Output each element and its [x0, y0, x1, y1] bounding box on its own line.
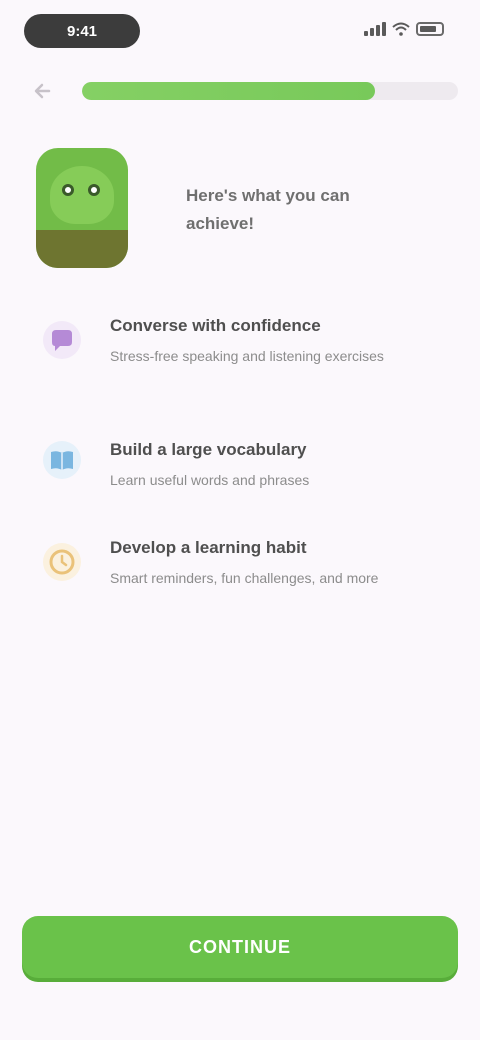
- feature-title: Build a large vocabulary: [110, 440, 307, 459]
- feature-title: Develop a learning habit: [110, 538, 307, 557]
- progress-row: [30, 76, 458, 106]
- hero-section: Here's what you can achieve!: [36, 148, 436, 278]
- clock-icon: [40, 540, 84, 584]
- book-icon: [40, 438, 84, 482]
- mascot-image: [36, 148, 128, 268]
- progress-fill: [82, 82, 376, 100]
- back-arrow-icon[interactable]: [30, 78, 56, 104]
- feature-title: Converse with confidence: [110, 316, 321, 335]
- status-time: 9:41: [24, 14, 140, 48]
- chat-bubble-icon: [40, 318, 84, 362]
- hero-speech-text: Here's what you can achieve!: [186, 186, 350, 233]
- wifi-icon: [392, 22, 410, 36]
- status-bar: 9:41: [0, 0, 480, 60]
- progress-bar: [82, 82, 458, 100]
- battery-icon: [416, 22, 444, 36]
- feature-desc: Smart reminders, fun challenges, and mor…: [110, 570, 379, 586]
- signal-icon: [364, 22, 386, 36]
- feature-desc: Stress-free speaking and listening exerc…: [110, 348, 384, 364]
- status-icons: [352, 20, 444, 38]
- feature-desc: Learn useful words and phrases: [110, 472, 310, 488]
- continue-button[interactable]: CONTINUE: [22, 916, 458, 978]
